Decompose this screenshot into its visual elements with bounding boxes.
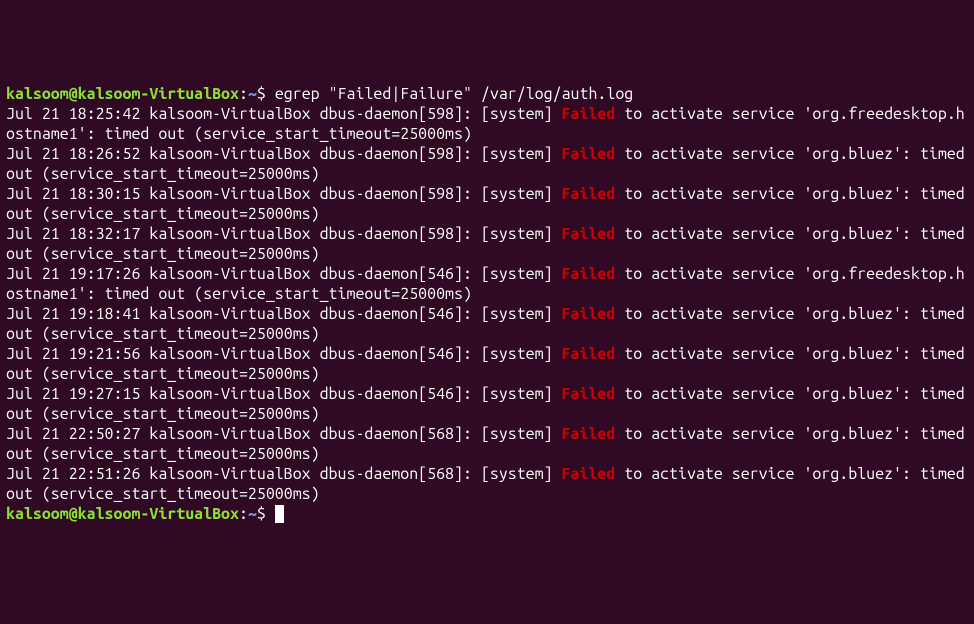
match-highlight: Failed	[562, 105, 616, 123]
cursor-icon	[275, 505, 284, 523]
prompt-dollar: $	[257, 85, 266, 103]
match-highlight: Failed	[562, 465, 616, 483]
log-prefix: Jul 21 18:26:52 kalsoom-VirtualBox dbus-…	[6, 145, 562, 163]
log-entry: Jul 21 19:17:26 kalsoom-VirtualBox dbus-…	[6, 265, 965, 303]
log-prefix: Jul 21 19:17:26 kalsoom-VirtualBox dbus-…	[6, 265, 562, 283]
match-highlight: Failed	[562, 145, 616, 163]
log-entry: Jul 21 19:21:56 kalsoom-VirtualBox dbus-…	[6, 345, 974, 383]
log-entry: Jul 21 18:26:52 kalsoom-VirtualBox dbus-…	[6, 145, 974, 183]
log-prefix: Jul 21 18:30:15 kalsoom-VirtualBox dbus-…	[6, 185, 562, 203]
log-prefix: Jul 21 19:18:41 kalsoom-VirtualBox dbus-…	[6, 305, 562, 323]
log-prefix: Jul 21 22:51:26 kalsoom-VirtualBox dbus-…	[6, 465, 562, 483]
log-entry: Jul 21 18:30:15 kalsoom-VirtualBox dbus-…	[6, 185, 974, 223]
match-highlight: Failed	[562, 425, 616, 443]
prompt-path: ~	[248, 85, 257, 103]
log-prefix: Jul 21 22:50:27 kalsoom-VirtualBox dbus-…	[6, 425, 562, 443]
log-prefix: Jul 21 18:32:17 kalsoom-VirtualBox dbus-…	[6, 225, 562, 243]
log-entry: Jul 21 22:51:26 kalsoom-VirtualBox dbus-…	[6, 465, 974, 503]
log-entry: Jul 21 18:25:42 kalsoom-VirtualBox dbus-…	[6, 105, 965, 143]
terminal-output[interactable]: kalsoom@kalsoom-VirtualBox:~$ egrep "Fai…	[6, 84, 968, 524]
match-highlight: Failed	[562, 345, 616, 363]
match-highlight: Failed	[562, 385, 616, 403]
command-text: egrep "Failed|Failure" /var/log/auth.log	[275, 85, 633, 103]
log-entry: Jul 21 19:18:41 kalsoom-VirtualBox dbus-…	[6, 305, 974, 343]
log-entry: Jul 21 19:27:15 kalsoom-VirtualBox dbus-…	[6, 385, 974, 423]
prompt-path: ~	[248, 505, 257, 523]
match-highlight: Failed	[562, 305, 616, 323]
log-prefix: Jul 21 18:25:42 kalsoom-VirtualBox dbus-…	[6, 105, 562, 123]
log-entry: Jul 21 22:50:27 kalsoom-VirtualBox dbus-…	[6, 425, 974, 463]
prompt-separator: :	[239, 505, 248, 523]
prompt-user-host: kalsoom@kalsoom-VirtualBox	[6, 85, 239, 103]
match-highlight: Failed	[562, 185, 616, 203]
prompt-dollar: $	[257, 505, 266, 523]
prompt-user-host: kalsoom@kalsoom-VirtualBox	[6, 505, 239, 523]
match-highlight: Failed	[562, 265, 616, 283]
log-entry: Jul 21 18:32:17 kalsoom-VirtualBox dbus-…	[6, 225, 974, 263]
log-prefix: Jul 21 19:27:15 kalsoom-VirtualBox dbus-…	[6, 385, 562, 403]
match-highlight: Failed	[562, 225, 616, 243]
prompt-separator: :	[239, 85, 248, 103]
log-prefix: Jul 21 19:21:56 kalsoom-VirtualBox dbus-…	[6, 345, 562, 363]
